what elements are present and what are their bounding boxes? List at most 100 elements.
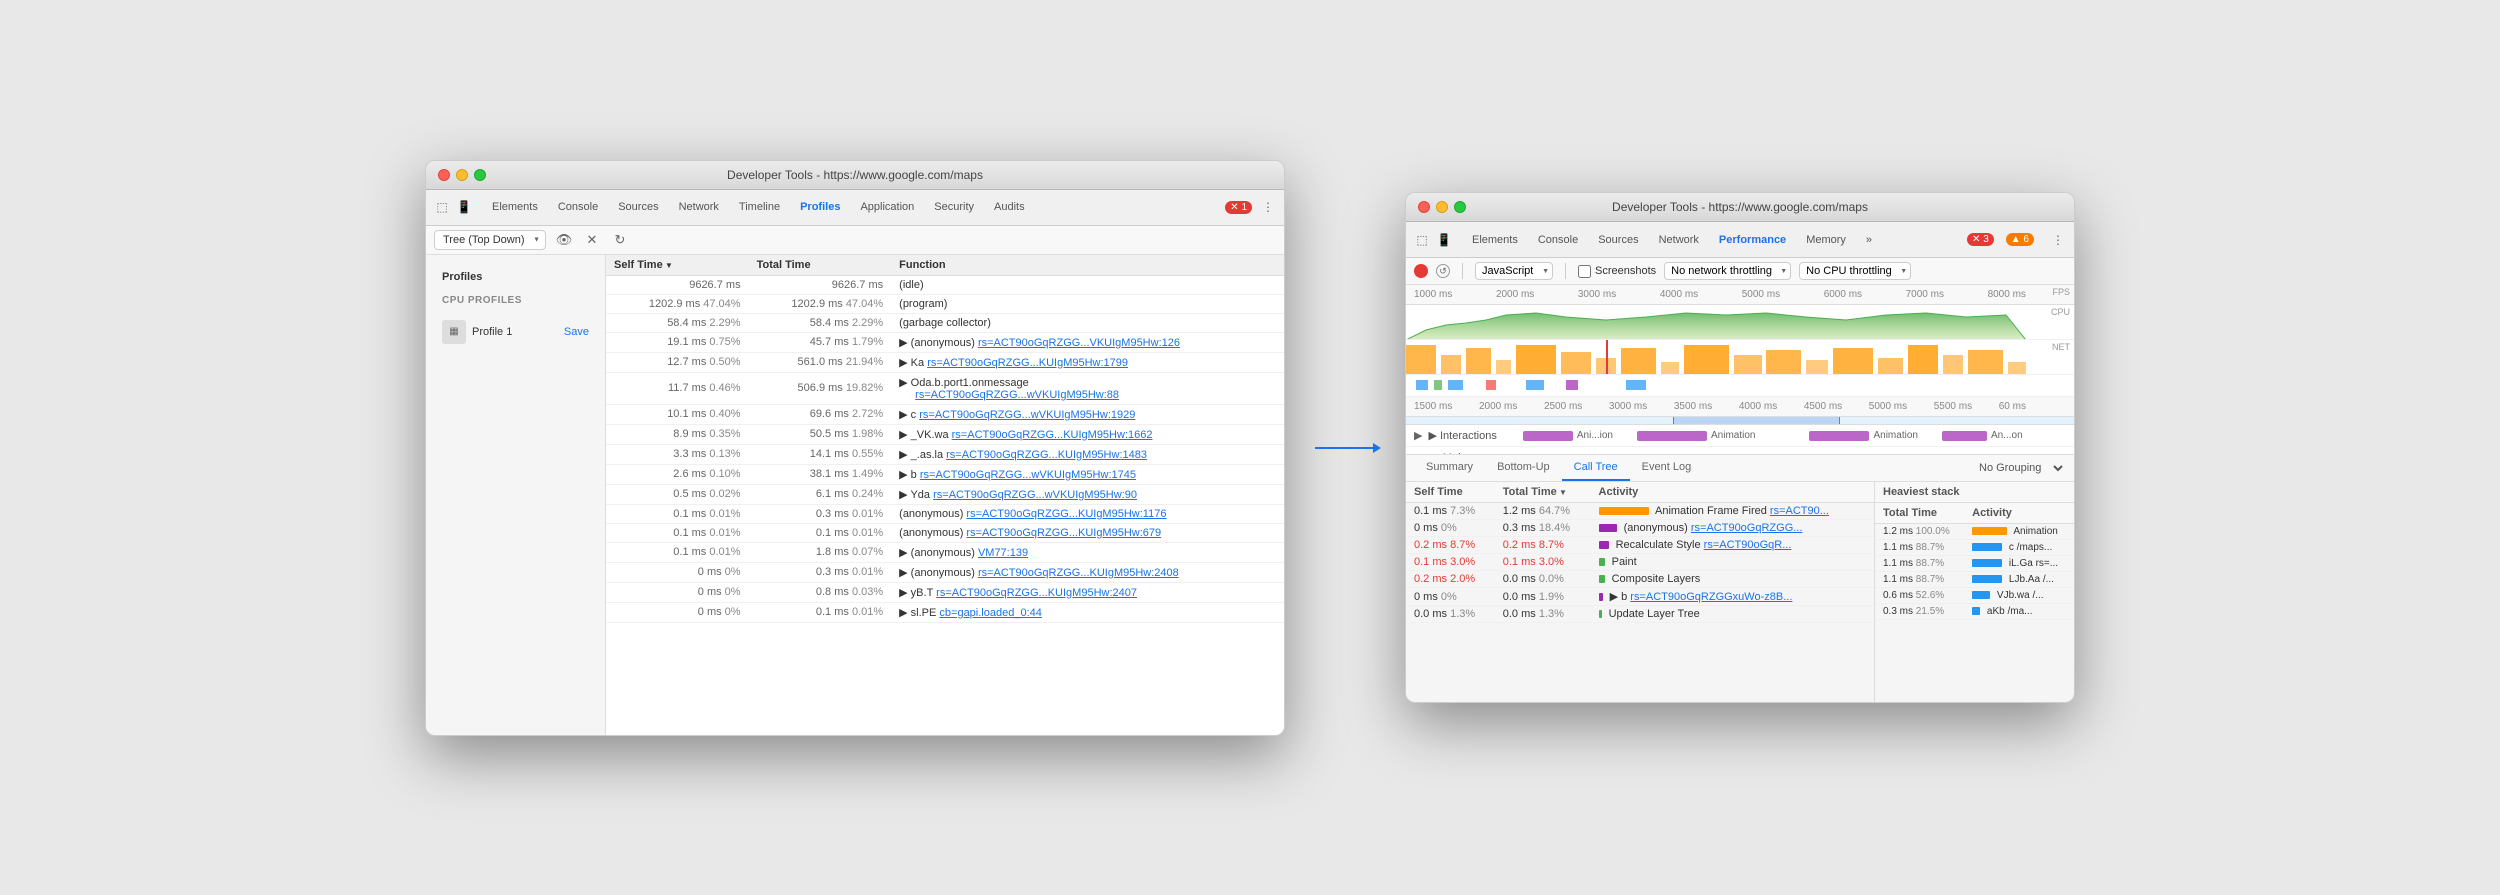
table-body: 9626.7 ms 9626.7 ms (idle) 1202.9 ms 47.… (606, 275, 1284, 622)
table-row: 0.0 ms 1.3% 0.0 ms 1.3% Update Layer Tre… (1406, 606, 1874, 623)
ct-col-self-time[interactable]: Self Time (1406, 482, 1495, 503)
tab-network[interactable]: Network (669, 197, 729, 217)
menu-icon[interactable]: ⋮ (1260, 199, 1276, 215)
tab-summary[interactable]: Summary (1414, 455, 1485, 481)
ruler-marks: 1000 ms 2000 ms 3000 ms 4000 ms 5000 ms … (1414, 289, 2066, 300)
heaviest-row: 1.1 ms 88.7% LJb.Aa /... (1875, 572, 2074, 588)
separator-2 (1565, 263, 1566, 279)
right-tab-memory[interactable]: Memory (1796, 230, 1856, 250)
activity-bar (1599, 558, 1605, 566)
cpu-throttle-select[interactable]: No CPU throttling (1799, 262, 1911, 280)
tab-application[interactable]: Application (850, 197, 924, 217)
bottom-split: Self Time Total Time Activity 0.1 ms 7.3… (1406, 482, 2074, 702)
close-icon[interactable]: ✕ (582, 230, 602, 250)
right-mobile-icon[interactable]: 📱 (1436, 232, 1452, 248)
left-devtools-window: Developer Tools - https://www.google.com… (425, 160, 1285, 736)
tab-audits[interactable]: Audits (984, 197, 1035, 217)
table-row: 0 ms 0% 0.0 ms 1.9% ▶ b rs=ACT90oGqRZGGx… (1406, 588, 1874, 606)
perf-toolbar: ↺ JavaScript Screenshots No network thro… (1406, 258, 2074, 285)
record-button[interactable] (1414, 264, 1428, 278)
tab-profiles[interactable]: Profiles (790, 197, 850, 217)
heaviest-row: 0.6 ms 52.6% VJb.wa /... (1875, 588, 2074, 604)
col-self-time[interactable]: Self Time (606, 255, 749, 276)
right-warning-badge: ▲ 6 (2006, 233, 2034, 246)
calltree-body: 0.1 ms 7.3% 1.2 ms 64.7% Animation Frame… (1406, 503, 1874, 623)
eye-icon[interactable]: 👁 (554, 230, 574, 250)
table-row: 1202.9 ms 47.04% 1202.9 ms 47.04% (progr… (606, 294, 1284, 313)
clear-button[interactable]: ↺ (1436, 264, 1450, 278)
activity-link[interactable]: rs=ACT90... (1770, 505, 1829, 517)
tab-elements[interactable]: Elements (482, 197, 548, 217)
activity-bar (1599, 541, 1609, 549)
right-tab-bar: ⬚ 📱 Elements Console Sources Network Per… (1406, 222, 2074, 258)
sidebar-profile-item[interactable]: ▦ Profile 1 Save (434, 314, 597, 350)
right-tab-elements[interactable]: Elements (1462, 230, 1528, 250)
close-button[interactable] (438, 169, 450, 181)
right-close-button[interactable] (1418, 201, 1430, 213)
heaviest-table: Total Time Activity 1.2 ms 100.0% Animat… (1875, 503, 2074, 620)
tab-sources[interactable]: Sources (608, 197, 668, 217)
selection-bar (1406, 417, 2074, 425)
right-tab-performance[interactable]: Performance (1709, 230, 1796, 250)
right-tab-more[interactable]: » (1856, 230, 1882, 250)
tab-timeline[interactable]: Timeline (729, 197, 790, 217)
hv-col-activity: Activity (1964, 503, 2074, 524)
net-right-label: NET (2052, 342, 2070, 352)
grouping-select[interactable]: No Grouping (1967, 457, 2066, 479)
javascript-select[interactable]: JavaScript (1475, 262, 1553, 280)
table-row: 0.1 ms 0.01% 0.3 ms 0.01% (anonymous) rs… (606, 504, 1284, 523)
activity-bar (1599, 575, 1605, 583)
tree-select[interactable]: Tree (Top Down) (434, 230, 546, 250)
screenshots-checkbox-label[interactable]: Screenshots (1578, 265, 1656, 278)
table-row: 0.1 ms 0.01% 1.8 ms 0.07% ▶ (anonymous) … (606, 542, 1284, 562)
right-inspect-icon[interactable]: ⬚ (1414, 232, 1430, 248)
table-row: 0.2 ms 8.7% 0.2 ms 8.7% Recalculate Styl… (1406, 537, 1874, 554)
right-maximize-button[interactable] (1454, 201, 1466, 213)
second-ruler-marks: 1500 ms 2000 ms 2500 ms 3000 ms 3500 ms … (1414, 401, 2066, 412)
interactions-expand[interactable]: ▶ (1414, 429, 1422, 442)
ct-col-total-time[interactable]: Total Time (1495, 482, 1591, 503)
interaction-bars: Ani...ion Animation Animation An...on (1503, 430, 2066, 441)
tab-security[interactable]: Security (924, 197, 984, 217)
timeline-selection[interactable] (1673, 417, 1840, 424)
activity-link[interactable]: rs=ACT90oGqRZGGxuWo-z8B... (1630, 591, 1792, 603)
col-function[interactable]: Function (891, 255, 1284, 276)
activity-link[interactable]: rs=ACT90oGqR... (1704, 539, 1792, 551)
heaviest-row: 1.1 ms 88.7% iL.Ga rs=... (1875, 556, 2074, 572)
table-row: 9626.7 ms 9626.7 ms (idle) (606, 275, 1284, 294)
main-expand[interactable]: ▼ (1414, 452, 1425, 456)
activity-link[interactable]: rs=ACT90oGqRZGG... (1691, 522, 1803, 534)
tab-call-tree[interactable]: Call Tree (1562, 455, 1630, 481)
left-titlebar: Developer Tools - https://www.google.com… (426, 161, 1284, 190)
tab-bottom-up[interactable]: Bottom-Up (1485, 455, 1562, 481)
right-tab-sources[interactable]: Sources (1588, 230, 1648, 250)
left-tab-icons: ⬚ 📱 (434, 199, 472, 215)
interaction-bar-1 (1523, 431, 1573, 441)
right-devtools-window: Developer Tools - https://www.google.com… (1405, 192, 2075, 703)
right-minimize-button[interactable] (1436, 201, 1448, 213)
table-scroll-area[interactable]: Self Time Total Time Function 9626.7 ms … (606, 255, 1284, 699)
grouping-wrap: No Grouping (1967, 457, 2066, 479)
network-throttle-select[interactable]: No network throttling (1664, 262, 1791, 280)
table-row: 3.3 ms 0.13% 14.1 ms 0.55% ▶ _.as.la rs=… (606, 444, 1284, 464)
screenshots-checkbox[interactable] (1578, 265, 1591, 278)
right-menu-icon[interactable]: ⋮ (2050, 232, 2066, 248)
minimize-button[interactable] (456, 169, 468, 181)
net-chart (1406, 375, 2074, 397)
table-row: 11.7 ms 0.46% 506.9 ms 19.82% ▶ Oda.b.po… (606, 372, 1284, 404)
mobile-icon[interactable]: 📱 (456, 199, 472, 215)
table-row: 12.7 ms 0.50% 561.0 ms 21.94% ▶ Ka rs=AC… (606, 352, 1284, 372)
table-row: 10.1 ms 0.40% 69.6 ms 2.72% ▶ c rs=ACT90… (606, 404, 1284, 424)
calltree-left[interactable]: Self Time Total Time Activity 0.1 ms 7.3… (1406, 482, 1874, 702)
col-total-time[interactable]: Total Time (749, 255, 892, 276)
inspect-icon[interactable]: ⬚ (434, 199, 450, 215)
tab-event-log[interactable]: Event Log (1630, 455, 1704, 481)
right-tab-console[interactable]: Console (1528, 230, 1588, 250)
right-tab-network[interactable]: Network (1649, 230, 1709, 250)
maximize-button[interactable] (474, 169, 486, 181)
fps-chart: CPU (1406, 305, 2074, 340)
save-button[interactable]: Save (564, 326, 589, 338)
refresh-icon[interactable]: ↻ (610, 230, 630, 250)
ct-col-activity[interactable]: Activity (1591, 482, 1874, 503)
tab-console[interactable]: Console (548, 197, 608, 217)
